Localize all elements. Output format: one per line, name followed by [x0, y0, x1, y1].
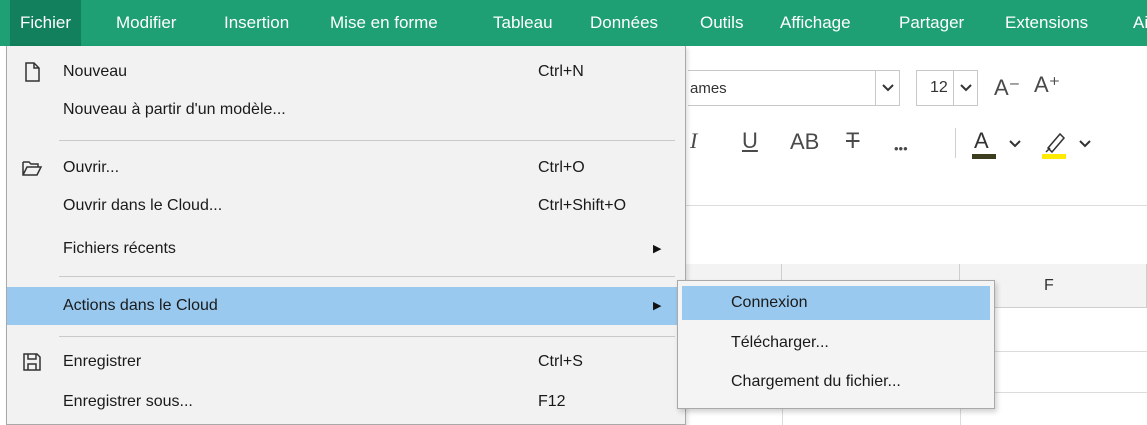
file-menu: Nouveau Ctrl+N Nouveau à partir d'un mod… — [6, 46, 686, 425]
highlight-icon[interactable] — [1040, 124, 1100, 164]
more-options-button[interactable]: ••• — [894, 142, 908, 155]
submenu-arrow-icon: ▶ — [653, 300, 662, 312]
menu-separator — [59, 276, 675, 277]
caps-button[interactable]: AB — [790, 131, 819, 153]
menu-item-nouveau[interactable]: Nouveau Ctrl+N — [7, 54, 685, 90]
menu-partager[interactable]: Partager — [899, 0, 964, 46]
strikethrough-button[interactable]: T — [846, 130, 859, 152]
menu-extensions[interactable]: Extensions — [1005, 0, 1088, 46]
cloud-actions-submenu: Connexion Télécharger... Chargement du f… — [677, 280, 995, 409]
menu-item-actions-cloud[interactable]: Actions dans le Cloud ▶ — [7, 287, 685, 325]
menu-mise-en-forme[interactable]: Mise en forme — [330, 0, 438, 46]
menu-item-fichiers-recents[interactable]: Fichiers récents ▶ — [7, 231, 685, 267]
menu-donnees[interactable]: Données — [590, 0, 658, 46]
menu-ai[interactable]: Ai — [1133, 0, 1147, 46]
submenu-item-telecharger[interactable]: Télécharger... — [682, 326, 990, 360]
menu-item-ouvrir-cloud[interactable]: Ouvrir dans le Cloud... Ctrl+Shift+O — [7, 188, 685, 224]
font-name-combobox[interactable]: ames — [688, 70, 900, 106]
menu-bar: Fichier Modifier Insertion Mise en forme… — [0, 0, 1147, 47]
save-icon — [23, 353, 41, 371]
submenu-item-chargement-fichier[interactable]: Chargement du fichier... — [682, 365, 990, 399]
decrease-font-button[interactable]: A⁻ — [994, 77, 1020, 99]
menu-tableau[interactable]: Tableau — [493, 0, 553, 46]
menu-item-ouvrir[interactable]: Ouvrir... Ctrl+O — [7, 150, 685, 186]
increase-font-button[interactable]: A⁺ — [1034, 74, 1060, 96]
menu-item-nouveau-modele[interactable]: Nouveau à partir d'un modèle... — [7, 92, 685, 128]
svg-text:A: A — [974, 128, 989, 153]
menu-modifier[interactable]: Modifier — [116, 0, 176, 46]
font-dropdown-button[interactable] — [875, 71, 900, 105]
menu-fichier[interactable]: Fichier — [10, 0, 82, 46]
size-dropdown-button[interactable] — [953, 71, 978, 105]
font-name-value: ames — [690, 80, 727, 97]
menu-separator — [59, 336, 675, 337]
new-file-icon — [25, 62, 40, 82]
underline-button[interactable]: U — [742, 130, 758, 152]
menu-affichage[interactable]: Affichage — [780, 0, 851, 46]
menu-insertion[interactable]: Insertion — [224, 0, 289, 46]
menu-outils[interactable]: Outils — [700, 0, 743, 46]
toolbar-divider — [955, 128, 956, 158]
submenu-arrow-icon: ▶ — [653, 243, 662, 255]
italic-button[interactable]: I — [690, 130, 697, 152]
chevron-down-icon — [882, 84, 894, 92]
menu-item-enregistrer[interactable]: Enregistrer Ctrl+S — [7, 344, 685, 380]
text-color-icon[interactable]: A — [970, 124, 1028, 164]
folder-open-icon — [22, 161, 43, 176]
menu-item-enregistrer-sous[interactable]: Enregistrer sous... F12 — [7, 384, 685, 420]
chevron-down-icon — [960, 84, 972, 92]
toolbar-bottom-border — [686, 205, 1147, 206]
menu-separator — [59, 140, 675, 141]
column-letter-f: F — [1044, 277, 1054, 294]
font-size-value: 12 — [930, 79, 948, 96]
submenu-item-connexion[interactable]: Connexion — [682, 286, 990, 320]
font-size-combobox[interactable]: 12 — [916, 70, 978, 106]
